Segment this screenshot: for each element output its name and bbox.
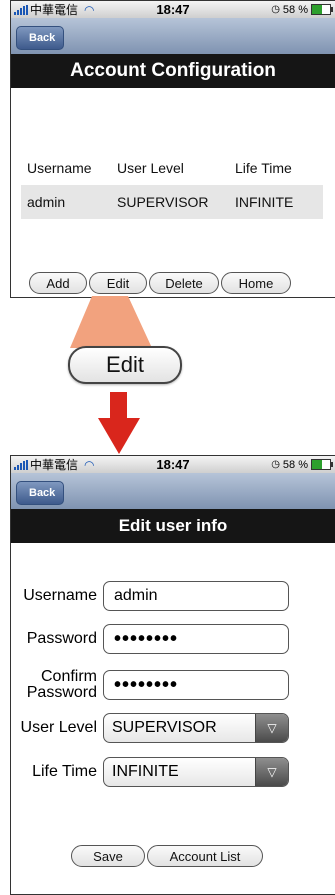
user-level-label: User Level <box>20 719 97 736</box>
confirm-password-label: Confirm Password <box>11 669 103 701</box>
confirm-password-row: Confirm Password •••••••• <box>11 669 289 701</box>
triangle-down-icon: ▽ <box>255 758 288 786</box>
header-username: Username <box>27 160 92 176</box>
cell-username: admin <box>27 194 66 210</box>
confirm-label-line1: Confirm <box>40 668 97 685</box>
callout-trapezoid <box>70 296 152 348</box>
life-time-row: Life Time INFINITE ▽ <box>11 757 289 787</box>
username-row: Username admin <box>11 581 289 611</box>
arrow-shaft <box>110 392 127 420</box>
life-time-label: Life Time <box>32 763 97 780</box>
confirm-password-field[interactable]: •••••••• <box>103 670 289 700</box>
transition-illustration: Edit <box>0 296 335 455</box>
account-actions: Add Edit Delete Home <box>29 272 293 294</box>
cell-life-time: INFINITE <box>235 194 294 210</box>
battery-icon <box>311 459 333 470</box>
status-bar: 中華電信 ◠ 18:47 ◷ 58 % <box>11 456 335 473</box>
user-level-row: User Level SUPERVISOR ▽ <box>11 713 289 743</box>
confirm-label-line2: Password <box>26 684 97 701</box>
user-level-value: SUPERVISOR <box>112 719 217 736</box>
username-field[interactable]: admin <box>103 581 289 611</box>
table-header-row: Username User Level Life Time <box>21 151 323 185</box>
table-row[interactable]: admin SUPERVISOR INFINITE <box>21 185 323 219</box>
edit-button[interactable]: Edit <box>89 272 147 294</box>
clock-icon: ◷ <box>271 459 280 470</box>
add-button[interactable]: Add <box>29 272 87 294</box>
account-list-button[interactable]: Account List <box>147 845 263 867</box>
nav-bar: Back <box>11 18 335 54</box>
life-time-value: INFINITE <box>112 763 179 780</box>
nav-bar: Back <box>11 473 335 509</box>
page-title: Edit user info <box>11 509 335 543</box>
header-user-level: User Level <box>117 160 184 176</box>
back-button[interactable]: Back <box>16 481 65 505</box>
triangle-down-icon: ▽ <box>255 714 288 742</box>
home-button[interactable]: Home <box>221 272 291 294</box>
save-button[interactable]: Save <box>71 845 145 867</box>
back-button[interactable]: Back <box>16 26 65 50</box>
account-table: Username User Level Life Time admin SUPE… <box>21 151 323 219</box>
password-label: Password <box>26 630 97 647</box>
page-title: Account Configuration <box>11 54 335 88</box>
delete-button[interactable]: Delete <box>149 272 219 294</box>
life-time-select[interactable]: INFINITE ▽ <box>103 757 289 787</box>
cell-user-level: SUPERVISOR <box>117 194 209 210</box>
user-level-select[interactable]: SUPERVISOR ▽ <box>103 713 289 743</box>
clock-icon: ◷ <box>271 4 280 15</box>
battery-percent: 58 % <box>282 3 308 16</box>
account-screen: 中華電信 ◠ 18:47 ◷ 58 % Back Account Configu… <box>10 0 335 298</box>
username-label: Username <box>23 587 97 604</box>
arrow-head <box>98 418 140 454</box>
header-life-time: Life Time <box>235 160 292 176</box>
edit-callout: Edit <box>68 346 182 384</box>
password-field[interactable]: •••••••• <box>103 624 289 654</box>
status-bar: 中華電信 ◠ 18:47 ◷ 58 % <box>11 1 335 18</box>
edit-actions: Save Account List <box>71 845 265 867</box>
edit-user-screen: 中華電信 ◠ 18:47 ◷ 58 % Back Edit user info … <box>10 455 335 895</box>
battery-icon <box>311 4 333 15</box>
battery-percent: 58 % <box>282 458 308 471</box>
password-row: Password •••••••• <box>11 624 289 654</box>
